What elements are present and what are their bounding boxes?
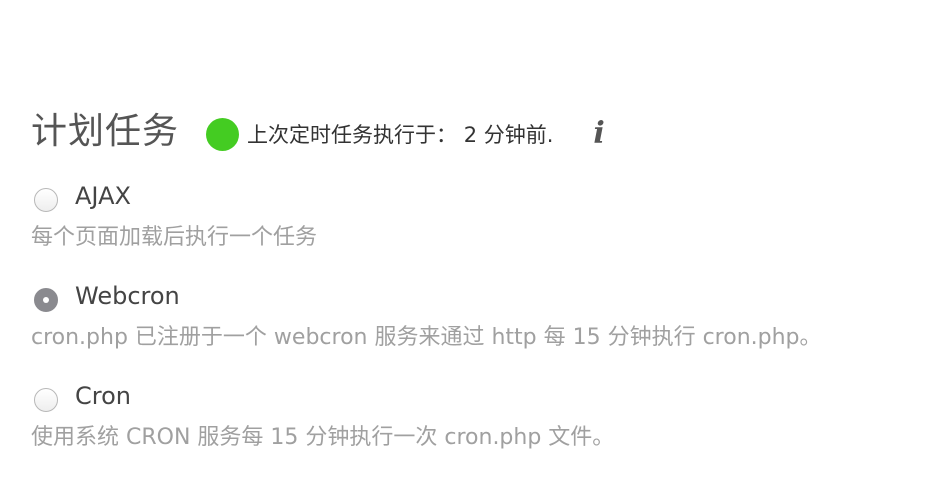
option-cron-description: 使用系统 CRON 服务每 15 分钟执行一次 cron.php 文件。 — [31, 425, 615, 450]
section-header: 计划任务 上次定时任务执行于： 2 分钟前. i — [31, 108, 921, 156]
option-webcron-label[interactable]: Webcron — [75, 276, 180, 316]
section-title: 计划任务 — [31, 111, 180, 152]
option-ajax-label[interactable]: AJAX — [75, 176, 131, 216]
last-run-status: 上次定时任务执行于： 2 分钟前. — [247, 123, 554, 147]
option-cron-label[interactable]: Cron — [75, 376, 131, 416]
option-webcron[interactable]: Webcron — [31, 276, 921, 316]
option-ajax-description: 每个页面加载后执行一个任务 — [31, 225, 318, 250]
radio-webcron[interactable] — [34, 288, 58, 312]
status-indicator-icon — [206, 117, 240, 151]
option-cron[interactable]: Cron — [31, 376, 921, 416]
radio-ajax[interactable] — [34, 188, 58, 212]
radio-cron[interactable] — [34, 388, 58, 412]
option-webcron-description: cron.php 已注册于一个 webcron 服务来通过 http 每 15 … — [31, 325, 822, 350]
option-ajax[interactable]: AJAX — [31, 176, 921, 216]
background-jobs-section: 计划任务 上次定时任务执行于： 2 分钟前. i AJAX 每个页面加载后执行一… — [31, 108, 921, 456]
info-icon[interactable]: i — [593, 116, 604, 151]
